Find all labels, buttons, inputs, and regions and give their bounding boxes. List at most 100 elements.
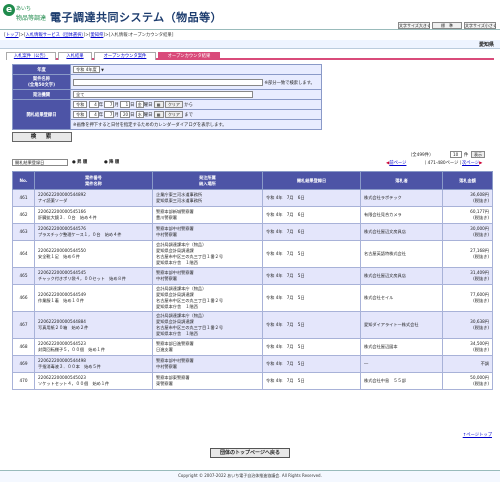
search-form: 年度 令和 4年度 ▼ 案件名称 (全角50文字) ※部分一致で検索します。 発注… <box>12 64 322 130</box>
cell-org: 会計局調達課本庁（物品） 愛知県会計局調達課 名古屋市中区三の丸三丁目１番２号 … <box>152 240 263 268</box>
breadcrumb-info-link[interactable]: 入札情報サービス（団体選択） <box>26 33 84 38</box>
result-count: （全499件） <box>408 153 434 158</box>
cell-date: 令和 4年 7月 6日 <box>262 223 361 241</box>
cell-case[interactable]: 220622200000544498 手指消毒液３．００本 始め５件 <box>34 355 153 373</box>
breadcrumb-top-link[interactable]: トップ <box>6 33 19 38</box>
cell-amount: 30,638円 (税抜き) <box>442 311 493 339</box>
calendar-icon: ▦ <box>156 112 161 117</box>
cell-date: 令和 4年 7月 5日 <box>262 355 361 373</box>
tab-bar: 入札案件（公告） 入札結果 オープンカウンタ案件 オープンカウンタ結果 <box>6 51 494 60</box>
cell-case[interactable]: 220622200000544576 プラスチック整理ケース１，０台 始め４件 <box>34 223 153 241</box>
sort-key-select[interactable]: 開札結果登録日 <box>12 159 68 166</box>
cell-case[interactable]: 220622200000544884 写真用紙２０箱 始め２件 <box>34 311 153 339</box>
next-page-link[interactable]: 次ページ▶ <box>462 160 482 166</box>
to-clear-button[interactable]: クリア <box>164 111 183 118</box>
from-day-input[interactable]: 1 <box>120 101 131 108</box>
search-button[interactable]: 検 索 <box>12 132 72 142</box>
to-era-select[interactable]: 令和 <box>73 111 88 118</box>
tab-bid-results[interactable]: 入札結果 <box>58 52 92 60</box>
per-page-unit: 件 <box>464 153 469 158</box>
logo-mark-icon: e <box>3 4 15 16</box>
breadcrumb-current: 入札情報:オープンカウンタ結果 <box>110 33 172 38</box>
cell-no: 463 <box>12 223 35 241</box>
site-logo[interactable]: e あいち 物品等調達 <box>3 4 46 26</box>
title-label: 案件名称 (全角50文字) <box>12 74 71 90</box>
from-calendar-button[interactable]: ▦ <box>153 101 164 108</box>
table-row: 465 220622200000544545 チャック付きポリ袋４，００セット 始… <box>12 267 493 285</box>
tax-note: (税抜き) <box>473 254 489 259</box>
cell-date: 令和 4年 7月 5日 <box>262 240 361 268</box>
to-year-input[interactable]: 4 <box>88 111 99 118</box>
cell-no: 461 <box>12 189 35 207</box>
breadcrumb-pref-link[interactable]: 愛知県 <box>91 33 104 38</box>
tax-note: (税抜き) <box>473 198 489 203</box>
title-input[interactable] <box>73 78 263 86</box>
cell-case[interactable]: 220622200000545166 肝臓拡大鏡３．０台 始め４件 <box>34 206 153 224</box>
col-amount: 落札金額 <box>442 171 493 190</box>
tax-note: (税抜き) <box>473 325 489 330</box>
cell-amount: 31,409円 (税抜き) <box>442 267 493 285</box>
to-calendar-button[interactable]: ▦ <box>153 111 164 118</box>
sort-asc-radio[interactable]: ● 昇 順 <box>72 159 87 165</box>
cell-case[interactable]: 220622200000544550 安全靴１足 始め６件 <box>34 240 153 268</box>
font-small-button[interactable]: 文字サイズ小さく <box>464 22 497 29</box>
cell-no: 467 <box>12 311 35 339</box>
cell-org: 警察本部中村警察署 中村警察署 <box>152 267 263 285</box>
per-page-select[interactable]: 10 <box>450 151 462 158</box>
cell-amount: 30,000円 (税抜き) <box>442 223 493 241</box>
to-day-input[interactable]: 20 <box>120 111 131 118</box>
from-year-input[interactable]: 4 <box>88 101 99 108</box>
cell-case[interactable]: 220622200000545023 ソケットセット４，００個 始め１件 <box>34 372 153 390</box>
table-header-row: No. 案件番号 案件名称 発注所属 納入場所 開札結果登録日 落札者 落札金額 <box>12 171 493 190</box>
from-month-input[interactable]: 7 <box>104 101 115 108</box>
cell-no: 465 <box>12 267 35 285</box>
tab-open-counter-results[interactable]: オープンカウンタ結果 <box>158 52 220 60</box>
from-era-select[interactable]: 令和 <box>73 101 88 108</box>
cell-case[interactable]: 220622200000544892 ナイ読薬ソーダ <box>34 189 153 207</box>
cell-winner: 株式会社屋辺図本 <box>360 338 443 356</box>
font-large-button[interactable]: 文字サイズ大きく <box>398 22 431 29</box>
table-row: 467 220622200000544884 写真用紙２０箱 始め２件 会計局調達課… <box>12 311 493 339</box>
cell-no: 470 <box>12 372 35 390</box>
col-org: 発注所属 納入場所 <box>152 171 263 190</box>
date-label: 開札結果登録日 <box>12 99 71 130</box>
year-select[interactable]: 令和 4年度 <box>73 66 100 73</box>
cell-org: 企業庁東三河水道事務所 愛知県東三河水道事務所 <box>152 189 263 207</box>
title-note: ※部分一致で検索します。 <box>264 80 315 86</box>
date-note: ※画像を押下すると日付を指定するためのカレンダーダイアログを表示します。 <box>70 119 322 130</box>
prev-page-link[interactable]: ◀前ページ <box>386 160 406 166</box>
results-table: No. 案件番号 案件名称 発注所属 納入場所 開札結果登録日 落札者 落札金額 4… <box>12 171 493 390</box>
cell-no: 462 <box>12 206 35 224</box>
from-weekday: 金 <box>135 101 144 108</box>
cell-amount: 77,600円 (税抜き) <box>442 284 493 312</box>
app-title: 電子調達共同システム（物品等） <box>50 11 223 24</box>
tax-note: (税抜き) <box>473 215 489 220</box>
cell-date: 令和 4年 7月 5日 <box>262 284 361 312</box>
cell-case[interactable]: 220622200000544549 作業服１着 始め１０件 <box>34 284 153 312</box>
cell-case[interactable]: 220622200000544523 封筒回転棚子５，００個 始め１件 <box>34 338 153 356</box>
col-no: No. <box>12 171 35 190</box>
col-case: 案件番号 案件名称 <box>34 171 153 190</box>
sort-desc-radio[interactable]: ● 降 順 <box>104 159 119 165</box>
org-select[interactable]: 全て <box>73 91 253 98</box>
cell-case[interactable]: 220622200000544545 チャック付きポリ袋４，００セット 始め８件 <box>34 267 153 285</box>
page-top-link[interactable]: ↑ページトップ <box>463 432 492 438</box>
font-standard-button[interactable]: 標 準 <box>432 22 462 29</box>
from-clear-button[interactable]: クリア <box>164 101 183 108</box>
radio-unchecked-icon: ● <box>72 160 76 165</box>
cell-no: 469 <box>12 355 35 373</box>
back-to-top-button[interactable]: 団体のトップページへ戻る <box>210 448 290 458</box>
org-label: 発注機関 <box>12 89 71 100</box>
tab-open-counter-cases[interactable]: オープンカウンタ案件 <box>94 52 156 60</box>
to-month-input[interactable]: 7 <box>104 111 115 118</box>
cell-amount: 60,177円 (税抜き) <box>442 206 493 224</box>
cell-winner: 株式会社中島 ５５部 <box>360 372 443 390</box>
col-date: 開札結果登録日 <box>262 171 361 190</box>
date-from-row: 令和 4年 7月 1日 金曜日 ▦ クリア から <box>70 99 322 110</box>
table-row: 468 220622200000544523 封筒回転棚子５，００個 始め１件 警察… <box>12 338 493 356</box>
col-winner: 落札者 <box>360 171 443 190</box>
display-button[interactable]: 表示 <box>471 151 485 158</box>
amount-value: 不調 <box>480 361 489 366</box>
page-range: （ 471-480ページ ） <box>422 161 465 166</box>
tab-bid-cases[interactable]: 入札案件（公告） <box>6 52 56 60</box>
